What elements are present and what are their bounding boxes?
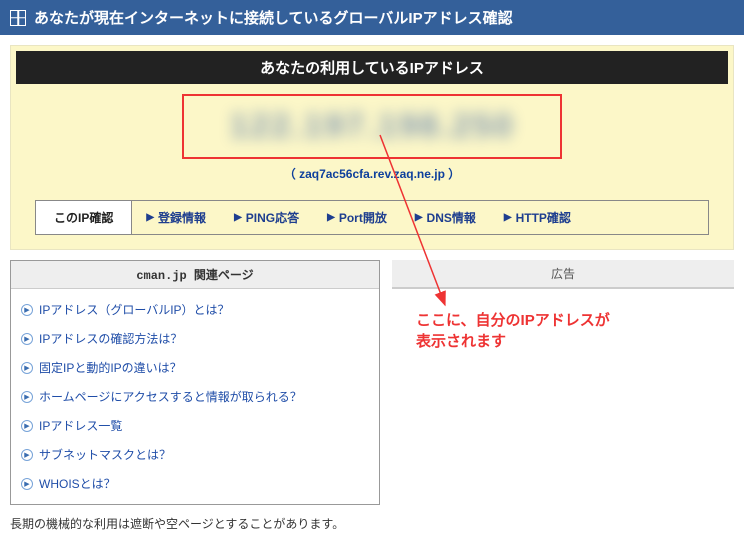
tab-label: HTTP確認 <box>516 209 571 226</box>
triangle-right-icon: ▶ <box>504 212 512 223</box>
related-link[interactable]: ▶ 固定IPと動的IPの違いは？ <box>19 353 371 382</box>
bullet-icon: ▶ <box>21 391 33 403</box>
bullet-icon: ▶ <box>21 449 33 461</box>
annotation-line1: ここに、自分のIPアドレスが <box>416 312 610 329</box>
bullet-icon: ▶ <box>21 333 33 345</box>
page-title: あなたが現在インターネットに接続しているグローバルIPアドレス確認 <box>34 7 513 28</box>
ip-panel: あなたの利用しているIPアドレス 122.197.198.250 （ zaq7a… <box>10 45 734 250</box>
tab-registration[interactable]: ▶ 登録情報 <box>132 201 220 234</box>
hostname-label: （ zaq7ac56cfa.rev.zaq.ne.jp ） <box>11 165 733 182</box>
footer-note: 長期の機械的な利用は遮断や空ページとすることがあります。 <box>10 515 734 532</box>
related-pages-box: cman.jp 関連ページ ▶ IPアドレス（グローバルIP）とは？ ▶ IPア… <box>10 260 380 505</box>
bullet-icon: ▶ <box>21 420 33 432</box>
tab-current-ip[interactable]: このIP確認 <box>36 201 132 234</box>
related-link-label: サブネットマスクとは？ <box>39 446 171 463</box>
tab-port[interactable]: ▶ Port開放 <box>313 201 401 234</box>
tab-label: このIP確認 <box>54 209 113 226</box>
tab-http[interactable]: ▶ HTTP確認 <box>490 201 585 234</box>
bullet-icon: ▶ <box>21 304 33 316</box>
related-pages-list: ▶ IPアドレス（グローバルIP）とは？ ▶ IPアドレスの確認方法は？ ▶ 固… <box>11 289 379 504</box>
annotation-text: ここに、自分のIPアドレスが 表示されます <box>416 310 610 352</box>
ip-panel-title: あなたの利用しているIPアドレス <box>16 51 728 84</box>
triangle-right-icon: ▶ <box>146 212 154 223</box>
grid-icon <box>10 10 26 26</box>
tab-row: このIP確認 ▶ 登録情報 ▶ PING応答 ▶ Port開放 ▶ DNS情報 … <box>35 200 709 235</box>
related-link-label: IPアドレス（グローバルIP）とは？ <box>39 301 230 318</box>
related-link-label: IPアドレスの確認方法は？ <box>39 330 182 347</box>
annotation-line2: 表示されます <box>416 333 506 350</box>
triangle-right-icon: ▶ <box>415 212 423 223</box>
related-link-label: IPアドレス一覧 <box>39 417 122 434</box>
tab-label: DNS情報 <box>427 209 476 226</box>
related-link[interactable]: ▶ IPアドレス一覧 <box>19 411 371 440</box>
tab-ping[interactable]: ▶ PING応答 <box>220 201 313 234</box>
ip-address-box: 122.197.198.250 <box>182 94 562 159</box>
bullet-icon: ▶ <box>21 362 33 374</box>
tab-label: 登録情報 <box>158 209 206 226</box>
tab-label: PING応答 <box>246 209 299 226</box>
related-link[interactable]: ▶ ホームページにアクセスすると情報が取られる？ <box>19 382 371 411</box>
related-link[interactable]: ▶ サブネットマスクとは？ <box>19 440 371 469</box>
ad-box: 広告 <box>392 260 734 289</box>
related-link-label: WHOISとは？ <box>39 475 116 492</box>
ad-header: 広告 <box>392 260 734 288</box>
ip-address-value: 122.197.198.250 <box>184 96 560 157</box>
tab-label: Port開放 <box>339 209 387 226</box>
bullet-icon: ▶ <box>21 478 33 490</box>
ad-column: 広告 <box>392 260 734 505</box>
tab-dns[interactable]: ▶ DNS情報 <box>401 201 490 234</box>
page-header: あなたが現在インターネットに接続しているグローバルIPアドレス確認 <box>0 0 744 35</box>
related-link[interactable]: ▶ IPアドレス（グローバルIP）とは？ <box>19 295 371 324</box>
triangle-right-icon: ▶ <box>327 212 335 223</box>
related-link[interactable]: ▶ IPアドレスの確認方法は？ <box>19 324 371 353</box>
triangle-right-icon: ▶ <box>234 212 242 223</box>
related-link[interactable]: ▶ WHOISとは？ <box>19 469 371 498</box>
related-link-label: 固定IPと動的IPの違いは？ <box>39 359 182 376</box>
related-link-label: ホームページにアクセスすると情報が取られる？ <box>39 388 302 405</box>
related-pages-header: cman.jp 関連ページ <box>11 261 379 289</box>
